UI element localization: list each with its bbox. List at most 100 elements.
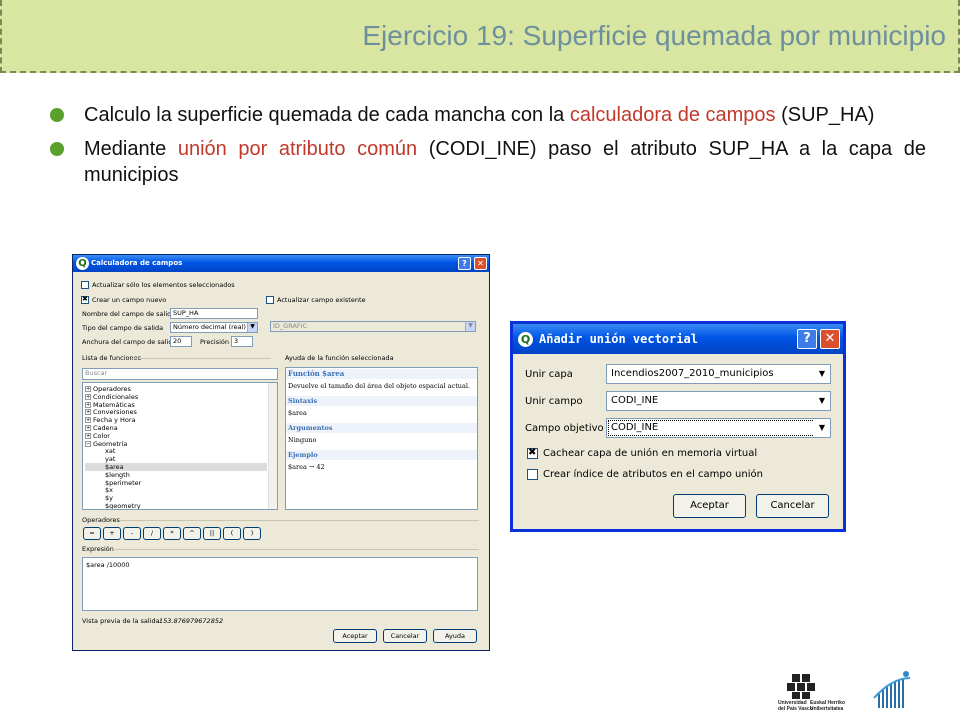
chevron-down-icon: ▼ (247, 323, 257, 332)
join-field-select[interactable]: CODI_INE ▼ (606, 391, 831, 411)
upv-ehu-emblem-icon (787, 674, 815, 699)
output-type-select[interactable]: Número decimal (real) ▼ (170, 322, 258, 333)
help-label: Ayuda de la función seleccionada (285, 354, 394, 362)
expand-icon[interactable]: + (85, 401, 91, 408)
tree-subitem[interactable]: yat (85, 455, 267, 463)
scrollbar[interactable] (268, 383, 277, 509)
expand-icon[interactable]: + (85, 417, 91, 424)
dialog-title: Calculadora de campos (91, 259, 183, 267)
tree-subitem[interactable]: $geometry (85, 501, 267, 510)
expand-icon[interactable]: + (85, 393, 91, 400)
help-button[interactable]: Ayuda (433, 629, 477, 643)
close-button[interactable]: ✕ (820, 329, 840, 349)
precision-spinbox[interactable]: 3 (231, 336, 253, 347)
tree-subitem[interactable]: $length (85, 471, 267, 479)
ok-button[interactable]: Aceptar (673, 494, 746, 518)
chevron-down-icon: ▼ (814, 365, 830, 383)
divider (131, 358, 271, 359)
help-arguments: Ninguno (288, 436, 317, 444)
tree-subitem[interactable]: $x (85, 486, 267, 494)
tree-item[interactable]: + Conversiones (85, 408, 267, 416)
function-tree[interactable]: + Operadores + Condicionales + Matemáticas + Co… (82, 382, 278, 510)
bullet-text: (SUP_HA) (775, 104, 875, 126)
help-title-button[interactable]: ? (458, 257, 471, 270)
tree-item[interactable]: + Operadores (85, 385, 267, 393)
tree-item[interactable]: + Cadena (85, 424, 267, 432)
operator-button[interactable]: / (143, 527, 161, 540)
upv-ehu-logo: Universidad del País Vasco Euskal Herrik… (778, 672, 845, 718)
expand-icon[interactable]: + (85, 409, 91, 416)
tree-item[interactable]: + Color (85, 432, 267, 440)
preview-value: 153.876979672852 (159, 617, 224, 625)
output-type-value: Número decimal (real) (173, 323, 246, 331)
bullet-highlight: calculadora de campos (569, 104, 776, 126)
function-search-input[interactable]: Buscar (82, 368, 278, 380)
only-selected-label: Actualizar sólo los elementos selecciona… (92, 281, 235, 289)
target-field-select[interactable]: CODI_INE ▼ (606, 418, 831, 438)
bullet-list: Calculo la superficie quemada de cada ma… (48, 102, 926, 196)
expression-editor[interactable]: $area /10000 (82, 557, 478, 611)
help-function-title: Función $area (286, 369, 477, 379)
tree-item[interactable]: + Condicionales (85, 393, 267, 401)
slide-title: Ejercicio 19: Superficie quemada por mun… (362, 20, 946, 51)
index-checkbox[interactable] (527, 469, 538, 480)
preview-label: Vista previa de la salida: (82, 617, 162, 625)
create-field-checkbox[interactable] (81, 295, 89, 304)
operator-button[interactable]: || (203, 527, 221, 540)
operator-button[interactable]: = (83, 527, 101, 540)
operator-button[interactable]: ^ (183, 527, 201, 540)
help-title-button[interactable]: ? (797, 329, 817, 349)
index-label: Crear índice de atributos en el campo un… (543, 469, 763, 480)
logo-text: del País Vasco (778, 706, 813, 712)
close-button[interactable]: ✕ (474, 257, 487, 270)
tree-subitem[interactable]: $y (85, 494, 267, 502)
divider (119, 520, 479, 521)
tree-item[interactable]: − Geometría (85, 440, 267, 448)
operator-button[interactable]: * (163, 527, 181, 540)
join-field-label: Unir campo (525, 396, 583, 407)
tree-item-label: Conversiones (93, 408, 137, 417)
existing-field-select[interactable]: ID_GRAFIC ▼ (270, 321, 476, 332)
divider (115, 549, 479, 550)
tree-subitem-label: $geometry (105, 501, 141, 510)
tree-subitem[interactable]: xat (85, 447, 267, 455)
tree-item[interactable]: + Fecha y Hora (85, 416, 267, 424)
bullet-text: Mediante (84, 138, 178, 160)
tree-subitem[interactable]: $perimeter (85, 479, 267, 487)
expand-icon[interactable]: + (85, 386, 91, 392)
tree-subitem-label: $y (105, 494, 113, 503)
collapse-icon[interactable]: − (85, 440, 91, 447)
tree-item[interactable]: + Matemáticas (85, 401, 267, 409)
tree-subitem-label: $area (105, 462, 124, 471)
join-layer-select[interactable]: Incendios2007_2010_municipios ▼ (606, 364, 831, 384)
target-field-value: CODI_INE (611, 422, 659, 433)
help-arguments-heading: Argumentos (286, 423, 477, 433)
expand-icon[interactable]: + (85, 432, 91, 439)
tree-item-label: Condicionales (93, 392, 139, 401)
operator-button[interactable]: ( (223, 527, 241, 540)
cancel-button[interactable]: Cancelar (756, 494, 829, 518)
width-spinbox[interactable]: 20 (170, 336, 192, 347)
target-field-label: Campo objetivo (525, 423, 604, 434)
qgis-icon: Q (76, 257, 89, 270)
tree-item-label: Cadena (93, 423, 118, 432)
operator-button[interactable]: + (103, 527, 121, 540)
tree-subitem[interactable]: $area (85, 462, 267, 471)
operator-button[interactable]: ) (243, 527, 261, 540)
help-example-heading: Ejemplo (286, 450, 477, 460)
only-selected-checkbox[interactable] (81, 281, 89, 289)
output-name-input[interactable]: SUP_HA (170, 308, 258, 319)
bullet-highlight: unión por atributo común (177, 138, 418, 160)
ok-button[interactable]: Aceptar (333, 629, 377, 643)
update-field-checkbox[interactable] (266, 296, 274, 304)
output-name-label: Nombre del campo de salida (82, 310, 176, 318)
join-layer-label: Unir capa (525, 369, 573, 380)
cache-checkbox[interactable] (527, 447, 538, 459)
slide-header: Ejercicio 19: Superficie quemada por mun… (0, 0, 960, 73)
cancel-button[interactable]: Cancelar (383, 629, 427, 643)
expand-icon[interactable]: + (85, 424, 91, 431)
operator-button[interactable]: - (123, 527, 141, 540)
add-vector-join-dialog: Q Añadir unión vectorial ? ✕ Unir capa I… (510, 321, 846, 532)
help-syntax-heading: Sintaxis (286, 396, 477, 406)
field-calculator-titlebar: Q Calculadora de campos ? ✕ (73, 255, 489, 272)
